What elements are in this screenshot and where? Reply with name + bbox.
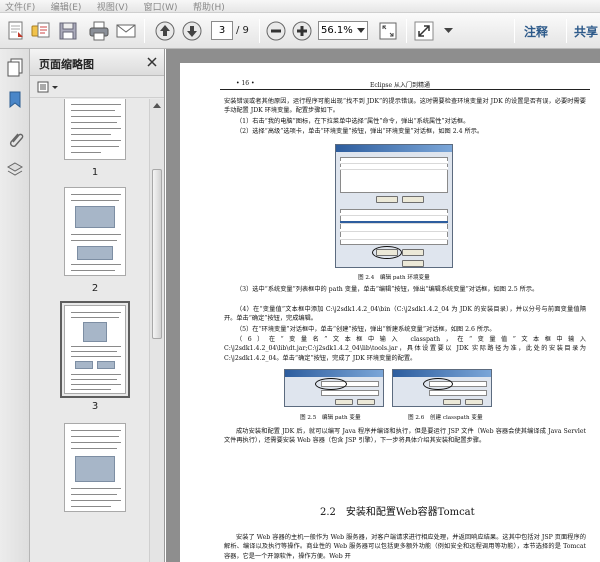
page-thumbnails-tab[interactable] <box>3 55 27 81</box>
thumbnail-scrollbar[interactable] <box>149 99 164 562</box>
page-thumbnail-1[interactable] <box>64 99 126 160</box>
paragraph: 安装了 Web 容器的主机一般作为 Web 服务器，对客户端请求进行相应处理，并… <box>224 534 586 560</box>
next-page-button[interactable] <box>179 18 205 44</box>
panel-toolbar <box>30 76 164 98</box>
thumbnail-list: 1 2 3 <box>30 99 150 562</box>
menu-help[interactable]: 帮助(H) <box>188 2 232 12</box>
floppy-icon <box>59 22 77 40</box>
navigation-strip <box>0 49 30 562</box>
fit-page-button[interactable] <box>375 18 401 44</box>
scroll-up-icon[interactable] <box>150 99 164 113</box>
previous-page-button[interactable] <box>152 18 178 44</box>
close-icon <box>147 57 157 67</box>
fullscreen-button[interactable] <box>411 18 437 44</box>
figure-caption: 图 2.4 编辑 path 环境变量 <box>358 275 430 281</box>
thumbnails-panel: 页面缩略图 1 2 3 <box>30 49 165 562</box>
toolbar-separator <box>144 19 145 43</box>
figure-caption: 图 2.5 编辑 path 变量 <box>300 415 361 421</box>
page-header: • 16 • Eclipse 从入门到精通 <box>220 78 590 90</box>
email-button[interactable] <box>113 18 139 44</box>
combine-files-button[interactable] <box>28 18 54 44</box>
paragraph: （6）在“变量名”文本框中输入 classpath，在“变量值”文本框中输入 C… <box>224 336 586 362</box>
zoom-in-button[interactable] <box>289 18 315 44</box>
share-button[interactable]: 共享 <box>574 23 598 40</box>
zoom-select[interactable] <box>318 21 368 40</box>
scrollbar-thumb[interactable] <box>152 169 162 339</box>
create-pdf-icon <box>8 21 23 40</box>
options-icon <box>37 81 58 92</box>
section-title: 2.2 安装和配置Web容器Tomcat <box>320 507 475 518</box>
menu-bar: 文件(F) 编辑(E) 视图(V) 窗口(W) 帮助(H) <box>0 0 600 13</box>
page-number-label: • 16 • <box>236 80 255 87</box>
toolbar-separator <box>406 19 407 43</box>
toolbar-separator <box>514 19 515 43</box>
page-total: / 9 <box>236 25 249 36</box>
minus-circle-icon <box>266 21 286 41</box>
thumbnail-label: 3 <box>91 401 99 412</box>
panel-header: 页面缩略图 <box>30 49 164 76</box>
envelope-icon <box>116 24 136 38</box>
fit-page-icon <box>379 22 397 40</box>
attachments-tab[interactable] <box>3 127 27 153</box>
thumbnail-label: 1 <box>91 167 99 178</box>
arrow-down-circle-icon <box>182 21 202 41</box>
figure-environment-variables <box>335 144 453 268</box>
zoom-out-button[interactable] <box>263 18 289 44</box>
paragraph: （2）选择“高级”选项卡，单击“环境变量”按钮，弹出“环境变量”对话框，如图 2… <box>236 128 484 135</box>
toolbar: / 9 注释 共享 <box>0 13 600 49</box>
combine-files-icon <box>31 22 50 38</box>
figure-edit-path <box>284 369 384 407</box>
toolbar-separator <box>259 19 260 43</box>
paragraph: （5）在“环境变量”对话框中，单击“创建”按钮，弹出“新建系统变量”对话框，如图… <box>236 326 496 333</box>
document-view[interactable]: • 16 • Eclipse 从入门到精通 安装错误或者其他原因，运行程序可能出… <box>166 49 600 562</box>
bookmarks-tab[interactable] <box>3 87 27 113</box>
expand-icon <box>414 21 434 41</box>
paperclip-icon <box>10 133 24 147</box>
chevron-down-icon <box>444 28 453 33</box>
print-button[interactable] <box>86 18 112 44</box>
thumbnail-label: 2 <box>91 283 99 294</box>
create-pdf-button[interactable] <box>3 18 29 44</box>
panel-title: 页面缩略图 <box>39 58 94 71</box>
running-title: Eclipse 从入门到精通 <box>370 82 430 89</box>
layers-icon <box>6 162 24 176</box>
panel-options-button[interactable] <box>37 79 65 94</box>
close-panel-button[interactable] <box>145 55 159 69</box>
paragraph: （1）右击“我的电脑”图标，在下拉菜单中选择“属性”命令，弹出“系统属性”对话框… <box>236 118 470 125</box>
annotate-button[interactable]: 注释 <box>524 23 548 40</box>
menu-file[interactable]: 文件(F) <box>0 2 42 12</box>
page-thumbnail-3[interactable] <box>60 301 130 398</box>
page-number-input[interactable] <box>211 21 233 40</box>
pdf-page: • 16 • Eclipse 从入门到精通 安装错误或者其他原因，运行程序可能出… <box>180 63 600 562</box>
save-button[interactable] <box>55 18 81 44</box>
paragraph: （4）在“变量值”文本框中添加 C:\j2sdk1.4.2_04\bin（C:\… <box>224 306 586 323</box>
zoom-input[interactable] <box>319 22 356 39</box>
paragraph: （3）选中“系统变量”列表框中的 path 变量，单击“编辑”按钮，弹出“编辑系… <box>236 286 539 293</box>
bookmark-icon <box>9 91 21 109</box>
menu-view[interactable]: 视图(V) <box>92 2 135 12</box>
toolbar-separator <box>566 19 567 43</box>
arrow-up-circle-icon <box>155 21 175 41</box>
page-thumbnail-4[interactable] <box>64 423 126 512</box>
plus-circle-icon <box>292 21 312 41</box>
page-thumbnail-2[interactable] <box>64 187 126 276</box>
printer-icon <box>89 21 109 41</box>
menu-edit[interactable]: 编辑(E) <box>46 2 89 12</box>
toolbar-more-button[interactable] <box>442 18 456 44</box>
chevron-down-icon[interactable] <box>356 23 366 38</box>
layers-tab[interactable] <box>3 157 27 183</box>
figure-caption: 图 2.6 创建 classpath 变量 <box>408 415 483 421</box>
figure-create-classpath <box>392 369 492 407</box>
menu-window[interactable]: 窗口(W) <box>139 2 185 12</box>
pages-icon <box>7 58 23 77</box>
paragraph: 安装错误或者其他原因，运行程序可能出现“找不到 JDK”的提示错误。这时需要检查… <box>224 98 586 115</box>
paragraph: 成功安装和配置 JDK 后，就可以编写 Java 程序并编译和执行，但是要运行 … <box>224 428 586 445</box>
